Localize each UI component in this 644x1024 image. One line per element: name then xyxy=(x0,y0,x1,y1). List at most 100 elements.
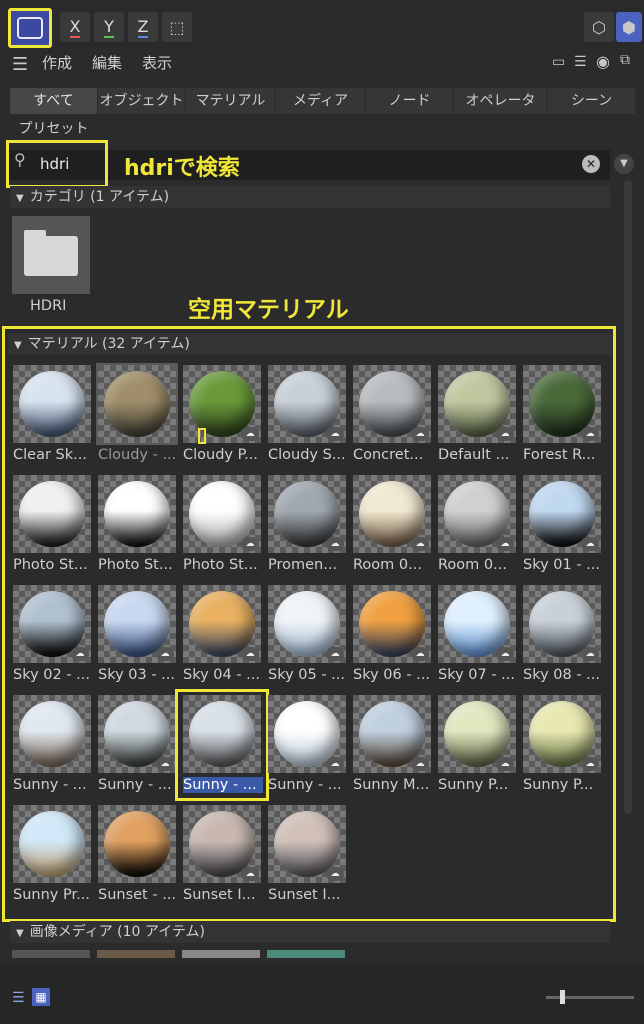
tab-presets[interactable]: プリセット xyxy=(10,116,98,142)
image-media-thumbnails-strip xyxy=(12,950,612,958)
material-tile[interactable]: ☁ xyxy=(268,475,346,553)
cloud-download-icon[interactable]: ☁ xyxy=(241,647,259,661)
tab-scenes[interactable]: シーン xyxy=(548,88,636,114)
cloud-download-icon[interactable]: ☁ xyxy=(326,427,344,441)
material-tile[interactable]: ☁ xyxy=(183,475,261,553)
coordinate-system-button[interactable]: ⬚ xyxy=(162,12,192,42)
material-tile[interactable]: ☁ xyxy=(98,695,176,773)
tab-operators[interactable]: オペレータ xyxy=(454,88,548,114)
cloud-download-icon[interactable]: ☁ xyxy=(326,757,344,771)
material-preview-sphere xyxy=(104,811,170,877)
layout-toggle-button[interactable] xyxy=(8,8,52,48)
material-tile[interactable]: ☁ xyxy=(183,805,261,883)
object-mode-button[interactable]: ⬢ xyxy=(616,12,642,42)
minimize-panel-icon[interactable]: ▭ xyxy=(552,54,565,70)
cloud-download-icon[interactable]: ☁ xyxy=(241,537,259,551)
material-label: Sky 01 - ... xyxy=(523,557,601,573)
cloud-download-icon[interactable]: ☁ xyxy=(581,427,599,441)
coordinate-system-icon: ⬚ xyxy=(169,17,185,37)
cloud-download-icon[interactable]: ☁ xyxy=(156,757,174,771)
cloud-download-icon[interactable]: ☁ xyxy=(581,537,599,551)
cloud-download-icon[interactable]: ☁ xyxy=(411,757,429,771)
material-tile[interactable]: ☁ xyxy=(183,365,261,443)
material-tile[interactable] xyxy=(13,475,91,553)
tab-media[interactable]: メディア xyxy=(276,88,366,114)
material-tile[interactable]: ☁ xyxy=(438,475,516,553)
list-view-icon[interactable]: ☰ xyxy=(12,990,25,1006)
material-tile[interactable]: ☁ xyxy=(523,585,601,663)
axis-y-button[interactable]: Y xyxy=(94,12,124,42)
material-tile[interactable]: ☁ xyxy=(13,585,91,663)
search-options-icon[interactable]: ▼ xyxy=(614,154,634,174)
axis-x-button[interactable]: X xyxy=(60,12,90,42)
cloud-download-icon[interactable]: ☁ xyxy=(326,647,344,661)
image-media-section-header[interactable]: ▼ 画像メディア (10 アイテム) xyxy=(10,921,610,943)
material-tile[interactable]: ☁ xyxy=(268,695,346,773)
slider-handle[interactable] xyxy=(560,990,565,1004)
cloud-download-icon[interactable]: ☁ xyxy=(581,757,599,771)
material-tile[interactable] xyxy=(98,805,176,883)
menu-view[interactable]: 表示 xyxy=(142,52,172,73)
category-folder-tile[interactable] xyxy=(12,216,90,294)
cloud-download-icon[interactable]: ☁ xyxy=(581,647,599,661)
snap-button[interactable]: ⬡ xyxy=(584,12,614,42)
material-tile[interactable]: ☁ xyxy=(438,695,516,773)
collapse-arrow-icon: ▼ xyxy=(16,193,24,204)
category-section-header[interactable]: ▼ カテゴリ (1 アイテム) xyxy=(10,186,610,208)
axis-z-button[interactable]: Z xyxy=(128,12,158,42)
material-tile[interactable]: ☁ xyxy=(523,365,601,443)
search-input[interactable] xyxy=(38,152,102,176)
material-tile[interactable] xyxy=(13,365,91,443)
cloud-download-icon[interactable]: ☁ xyxy=(496,757,514,771)
material-tile[interactable]: ☁ xyxy=(353,475,431,553)
grid-view-icon[interactable]: ▦ xyxy=(32,988,50,1006)
cloud-download-icon[interactable]: ☁ xyxy=(71,647,89,661)
cloud-download-icon[interactable]: ☁ xyxy=(496,427,514,441)
clear-search-icon[interactable]: ✕ xyxy=(582,155,600,173)
folder-icon xyxy=(24,236,78,276)
cloud-download-icon[interactable]: ☁ xyxy=(411,537,429,551)
cloud-download-icon[interactable]: ☁ xyxy=(156,647,174,661)
material-tile[interactable] xyxy=(13,805,91,883)
material-tile[interactable]: ☁ xyxy=(438,365,516,443)
material-tile[interactable]: ☁ xyxy=(523,695,601,773)
target-icon[interactable]: ◉ xyxy=(596,52,610,71)
tab-nodes[interactable]: ノード xyxy=(366,88,454,114)
materials-section-header[interactable]: ▼ マテリアル (32 アイテム) xyxy=(8,333,612,355)
material-tile[interactable] xyxy=(98,475,176,553)
tab-objects[interactable]: オブジェクト xyxy=(98,88,186,114)
cloud-download-icon[interactable]: ☁ xyxy=(411,427,429,441)
material-label: Cloudy P... xyxy=(183,447,258,463)
search-annotation: hdriで検索 xyxy=(124,156,240,181)
vertical-scrollbar[interactable] xyxy=(624,180,632,814)
cloud-download-icon[interactable]: ☁ xyxy=(241,427,259,441)
material-tile[interactable]: ☁ xyxy=(268,805,346,883)
material-tile[interactable]: ☁ xyxy=(353,365,431,443)
material-tile[interactable]: ☁ xyxy=(353,585,431,663)
material-tile[interactable] xyxy=(96,363,178,445)
material-label: Sunny M... xyxy=(353,777,430,793)
tab-materials[interactable]: マテリアル xyxy=(186,88,276,114)
cloud-download-icon[interactable]: ☁ xyxy=(241,867,259,881)
tab-all[interactable]: すべて xyxy=(10,88,98,114)
cloud-download-icon[interactable]: ☁ xyxy=(496,647,514,661)
material-tile[interactable]: ☁ xyxy=(438,585,516,663)
material-tile[interactable]: ☁ xyxy=(268,585,346,663)
material-tile[interactable]: ☁ xyxy=(183,585,261,663)
cloud-download-icon[interactable]: ☁ xyxy=(411,647,429,661)
hamburger-menu-icon[interactable]: ☰ xyxy=(12,54,28,75)
filter-icon[interactable]: ☰ xyxy=(574,54,587,70)
cloud-download-icon[interactable]: ☁ xyxy=(496,537,514,551)
cloud-download-icon[interactable]: ☁ xyxy=(326,537,344,551)
material-tile[interactable]: ☁ xyxy=(98,585,176,663)
material-tile[interactable]: ☁ xyxy=(268,365,346,443)
external-window-icon[interactable]: ⧉ xyxy=(620,52,630,68)
menu-create[interactable]: 作成 xyxy=(42,52,72,73)
cloud-download-icon[interactable]: ☁ xyxy=(326,867,344,881)
material-preview-sphere xyxy=(19,701,85,767)
menu-edit[interactable]: 編集 xyxy=(92,52,122,73)
material-tile[interactable] xyxy=(13,695,91,773)
material-tile[interactable]: ☁ xyxy=(523,475,601,553)
window-icon xyxy=(17,17,43,39)
material-tile[interactable]: ☁ xyxy=(353,695,431,773)
